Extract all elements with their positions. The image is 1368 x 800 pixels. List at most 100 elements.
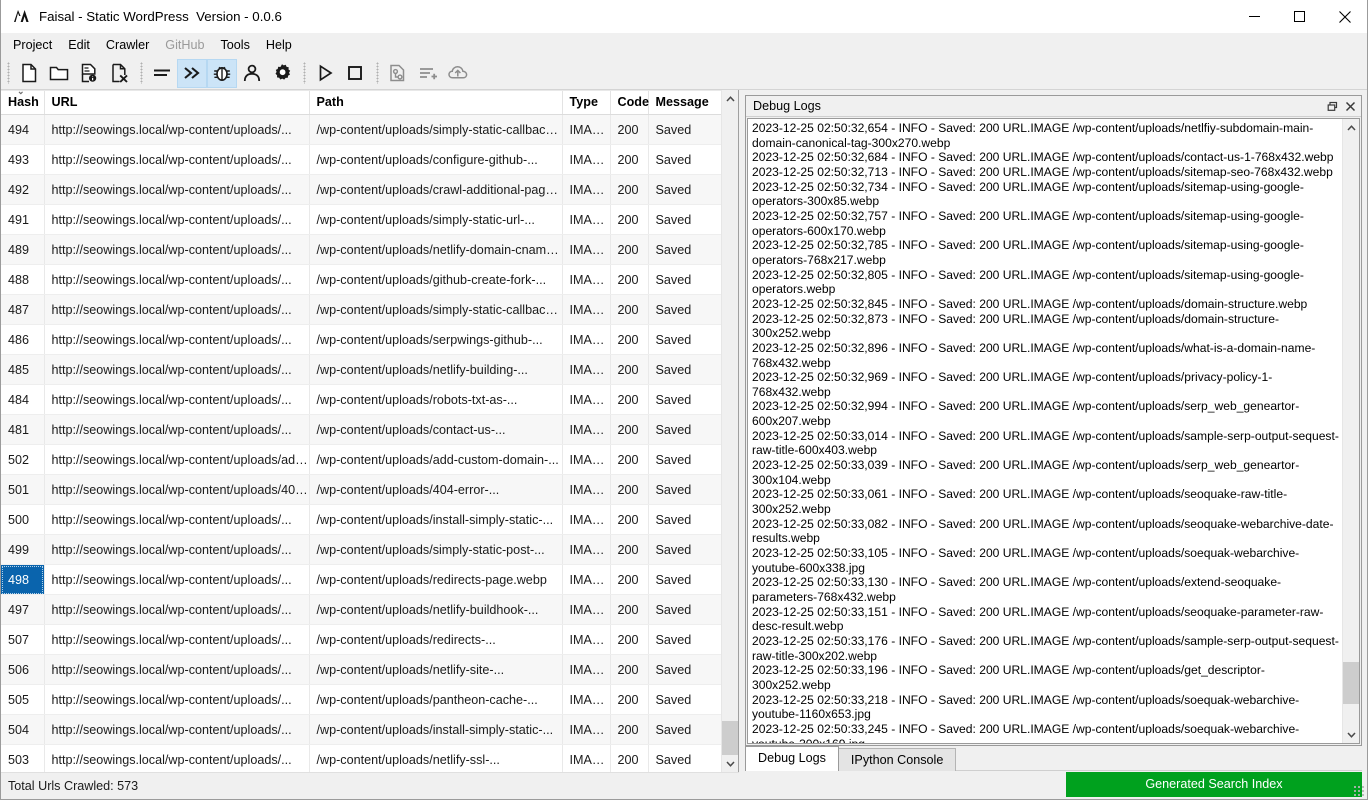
cell-code[interactable]: 200 <box>610 534 649 565</box>
table-row[interactable]: 507 http://seowings.local/wp-content/uplo… <box>1 624 721 655</box>
tab-ipython-console[interactable]: IPython Console <box>837 748 957 771</box>
cell-path[interactable]: /wp-content/uploads/simply-static-post-.… <box>309 534 563 565</box>
cell-message[interactable]: Saved <box>648 444 721 475</box>
close-icon[interactable] <box>1341 97 1359 115</box>
cell-url[interactable]: http://seowings.local/wp-content/uploads… <box>44 204 310 235</box>
cell-hash[interactable]: 502 <box>1 444 45 475</box>
debug-log-scrollbar[interactable] <box>1342 119 1359 743</box>
cell-message[interactable]: Saved <box>648 474 721 505</box>
cell-hash[interactable]: 498 <box>1 564 45 595</box>
debug-scroll-thumb[interactable] <box>1343 662 1359 704</box>
cell-message[interactable]: Saved <box>648 564 721 595</box>
cell-code[interactable]: 200 <box>610 624 649 655</box>
cell-code[interactable]: 200 <box>610 174 649 205</box>
cell-code[interactable]: 200 <box>610 324 649 355</box>
table-row[interactable]: 484 http://seowings.local/wp-content/uplo… <box>1 384 721 415</box>
cell-path[interactable]: /wp-content/uploads/serpwings-github-... <box>309 324 563 355</box>
restore-window-icon[interactable] <box>1323 97 1341 115</box>
cell-type[interactable]: IMAGE <box>562 384 611 415</box>
cell-code[interactable]: 200 <box>610 564 649 595</box>
cell-path[interactable]: /wp-content/uploads/404-error-... <box>309 474 563 505</box>
play-icon[interactable] <box>310 59 340 88</box>
table-row[interactable]: 493 http://seowings.local/wp-content/uplo… <box>1 144 721 175</box>
cell-code[interactable]: 200 <box>610 744 649 772</box>
scroll-down-button[interactable] <box>722 755 738 772</box>
toolbar-drag-handle[interactable] <box>373 61 381 85</box>
cell-path[interactable]: /wp-content/uploads/crawl-additional-pag… <box>309 174 563 205</box>
cell-hash[interactable]: 505 <box>1 684 45 715</box>
cell-code[interactable]: 200 <box>610 234 649 265</box>
cell-type[interactable]: IMAGE <box>562 624 611 655</box>
table-row[interactable]: 481 http://seowings.local/wp-content/uplo… <box>1 414 721 445</box>
cell-hash[interactable]: 484 <box>1 384 45 415</box>
menu-item-help[interactable]: Help <box>258 35 300 56</box>
cell-message[interactable]: Saved <box>648 534 721 565</box>
cell-url[interactable]: http://seowings.local/wp-content/uploads… <box>44 714 310 745</box>
cell-url[interactable]: http://seowings.local/wp-content/uploads… <box>44 504 310 535</box>
new-file-icon[interactable] <box>14 59 44 88</box>
cell-message[interactable]: Saved <box>648 684 721 715</box>
bug-icon[interactable] <box>207 58 237 88</box>
cell-message[interactable]: Saved <box>648 144 721 175</box>
file-delete-icon[interactable] <box>104 59 134 88</box>
cell-hash[interactable]: 501 <box>1 474 45 505</box>
cell-hash[interactable]: 503 <box>1 744 45 772</box>
cell-path[interactable]: /wp-content/uploads/github-create-fork-.… <box>309 264 563 295</box>
cell-url[interactable]: http://seowings.local/wp-content/uploads… <box>44 624 310 655</box>
cell-hash[interactable]: 497 <box>1 594 45 625</box>
cell-type[interactable]: IMAGE <box>562 444 611 475</box>
cell-type[interactable]: IMAGE <box>562 684 611 715</box>
cell-url[interactable]: http://seowings.local/wp-content/uploads… <box>44 654 310 685</box>
cell-url[interactable]: http://seowings.local/wp-content/uploads… <box>44 744 310 772</box>
cell-url[interactable]: http://seowings.local/wp-content/uploads… <box>44 684 310 715</box>
cell-message[interactable]: Saved <box>648 324 721 355</box>
cell-message[interactable]: Saved <box>648 294 721 325</box>
scroll-up-button[interactable] <box>722 90 738 107</box>
cell-url[interactable]: http://seowings.local/wp-content/uploads… <box>44 144 310 175</box>
cell-url[interactable]: http://seowings.local/wp-content/uploads… <box>44 534 310 565</box>
cell-hash[interactable]: 486 <box>1 324 45 355</box>
menu-item-project[interactable]: Project <box>5 35 60 56</box>
cell-path[interactable]: /wp-content/uploads/netlify-buildhook-..… <box>309 594 563 625</box>
cell-path[interactable]: /wp-content/uploads/robots-txt-as-... <box>309 384 563 415</box>
toolbar-drag-handle[interactable] <box>4 61 12 85</box>
table-row[interactable]: 497 http://seowings.local/wp-content/uplo… <box>1 594 721 625</box>
cell-message[interactable]: Saved <box>648 624 721 655</box>
cell-type[interactable]: IMAGE <box>562 294 611 325</box>
cell-path[interactable]: /wp-content/uploads/redirects-... <box>309 624 563 655</box>
debug-scroll-track[interactable] <box>1343 136 1359 726</box>
cell-code[interactable]: 200 <box>610 714 649 745</box>
cell-url[interactable]: http://seowings.local/wp-content/uploads… <box>44 384 310 415</box>
cell-hash[interactable]: 491 <box>1 204 45 235</box>
cell-message[interactable]: Saved <box>648 714 721 745</box>
chevrons-right-icon[interactable] <box>177 58 207 88</box>
cell-path[interactable]: /wp-content/uploads/install-simply-stati… <box>309 714 563 745</box>
cell-type[interactable]: IMAGE <box>562 474 611 505</box>
urls-scroll-thumb[interactable] <box>722 721 738 755</box>
stop-icon[interactable] <box>340 59 370 88</box>
cell-path[interactable]: /wp-content/uploads/netlify-site-... <box>309 654 563 685</box>
table-row[interactable]: 503 http://seowings.local/wp-content/uplo… <box>1 744 721 772</box>
file-info-icon[interactable] <box>74 59 104 88</box>
column-header-hash[interactable]: ⌄ Hash <box>1 91 45 115</box>
cell-hash[interactable]: 506 <box>1 654 45 685</box>
table-row[interactable]: 485 http://seowings.local/wp-content/uplo… <box>1 354 721 385</box>
cell-type[interactable]: IMAGE <box>562 504 611 535</box>
cell-code[interactable]: 200 <box>610 504 649 535</box>
cell-url[interactable]: http://seowings.local/wp-content/uploads… <box>44 354 310 385</box>
cell-path[interactable]: /wp-content/uploads/install-simply-stati… <box>309 504 563 535</box>
table-row[interactable]: 492 http://seowings.local/wp-content/uplo… <box>1 174 721 205</box>
cell-hash[interactable]: 500 <box>1 504 45 535</box>
cell-url[interactable]: http://seowings.local/wp-content/uploads… <box>44 564 310 595</box>
cell-code[interactable]: 200 <box>610 384 649 415</box>
urls-table-scrollview[interactable]: ⌄ Hash URL Path Type Code Message 494 htt… <box>1 90 721 772</box>
debug-log-viewport[interactable]: 2023-12-25 02:50:32,654 - INFO - Saved: … <box>747 118 1360 744</box>
cell-path[interactable]: /wp-content/uploads/simply-static-callba… <box>309 114 563 145</box>
toolbar-drag-handle[interactable] <box>300 61 308 85</box>
cell-code[interactable]: 200 <box>610 114 649 145</box>
cell-path[interactable]: /wp-content/uploads/redirects-page.webp <box>309 564 563 595</box>
cell-code[interactable]: 200 <box>610 684 649 715</box>
column-header-code[interactable]: Code <box>610 91 649 115</box>
debug-log-text[interactable]: 2023-12-25 02:50:32,654 - INFO - Saved: … <box>748 119 1342 743</box>
cell-hash[interactable]: 499 <box>1 534 45 565</box>
